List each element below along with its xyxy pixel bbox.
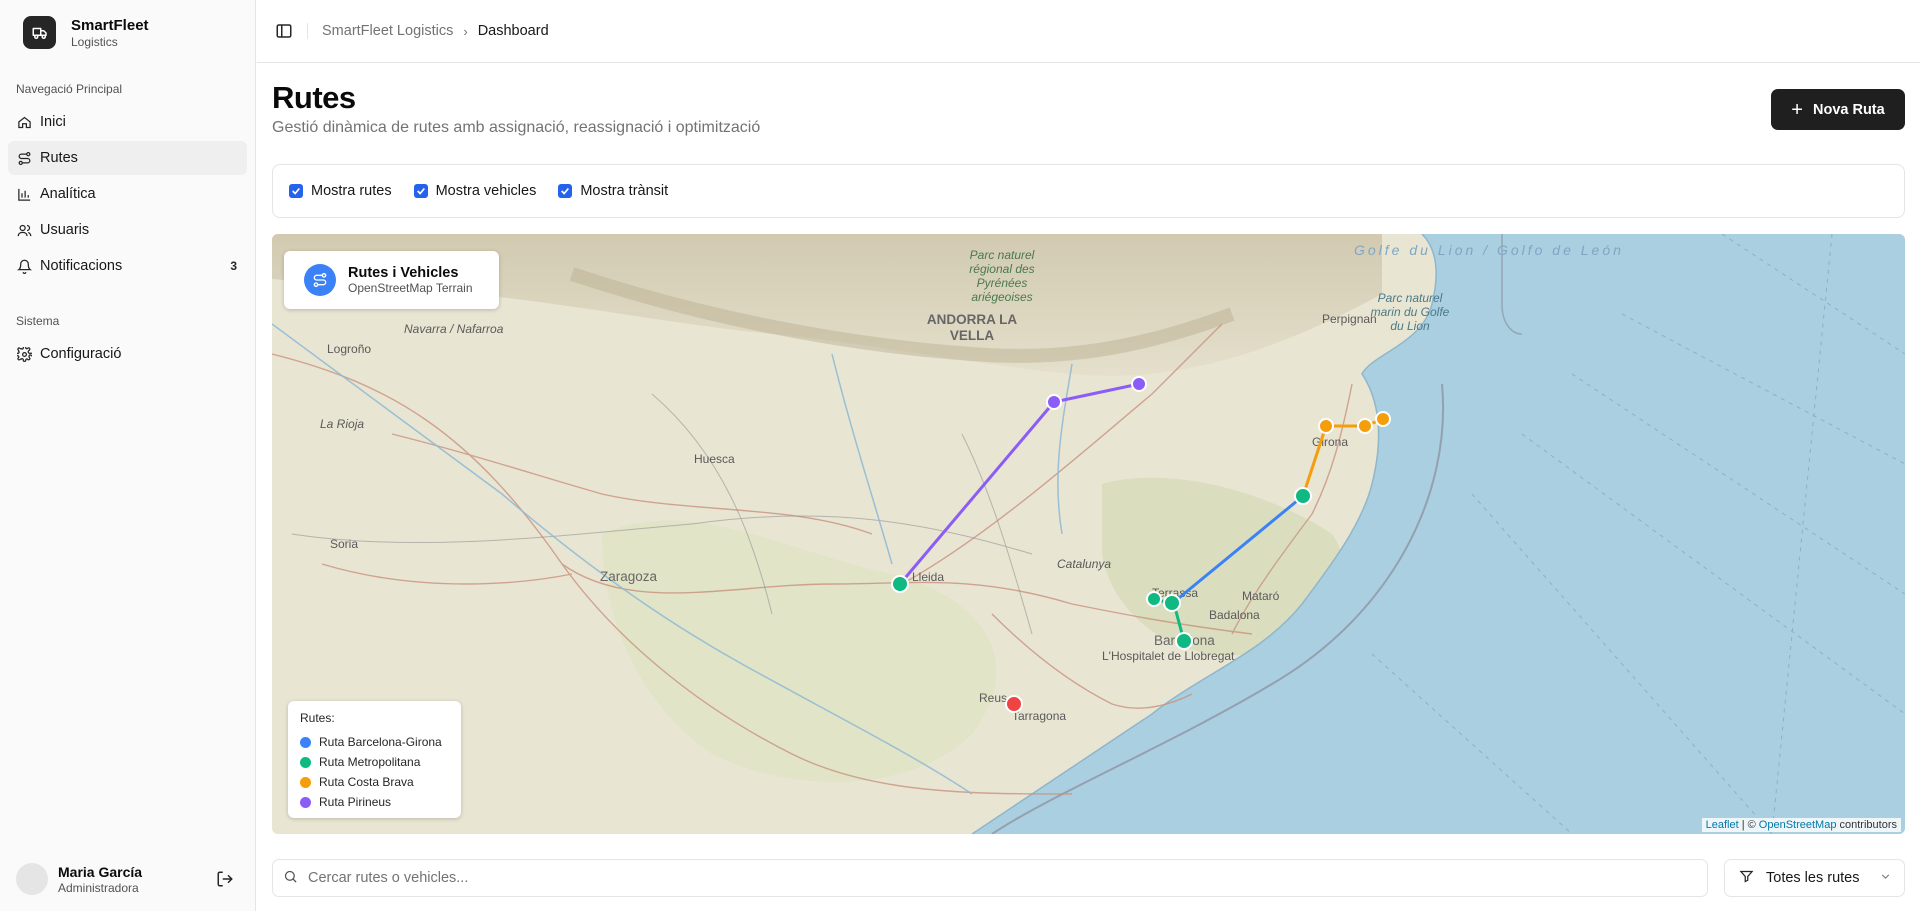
route-icon [304,264,336,296]
vehicle-marker[interactable] [1131,376,1147,392]
vehicle-marker[interactable] [1146,591,1162,607]
bell-icon [16,258,32,274]
new-route-button[interactable]: + Nova Ruta [1771,89,1905,130]
show-vehicles-checkbox[interactable]: Mostra vehicles [413,183,537,199]
sidebar-item-label: Configuració [40,346,122,362]
brand-sub: Logistics [71,34,118,49]
vehicle-marker[interactable] [891,575,909,593]
vehicle-marker[interactable] [1163,594,1181,612]
show-routes-checkbox[interactable]: Mostra rutes [289,183,392,199]
sidebar-item-label: Usuaris [40,222,90,238]
sidebar-item-notificacions[interactable]: Notificacions 3 [8,249,247,283]
sidebar-item-rutes[interactable]: Rutes [8,141,247,175]
system-nav: Configuració [8,337,247,373]
route-line-pirineus[interactable] [898,382,1140,585]
show-vehicles-label: Mostra vehicles [435,183,537,199]
avatar [16,863,48,895]
user-role: Administradora [58,880,139,895]
page-title: Rutes [272,80,356,115]
map-attribution: Leaflet | © OpenStreetMap contributors [1701,818,1901,832]
sidebar-item-label: Inici [40,114,66,130]
search-bar[interactable]: Cercar rutes o vehicles... [272,859,1708,897]
search-icon [283,869,298,888]
main-nav: Inici Rutes Analítica Usuaris Notificaci… [8,105,247,285]
route-filter-label: Totes les rutes [1766,870,1860,886]
vehicle-marker[interactable] [1318,418,1334,434]
map-card-subtitle: OpenStreetMap Terrain [348,281,473,295]
filter-icon [1739,869,1754,888]
plus-icon: + [1791,98,1803,121]
show-traffic-label: Mostra trànsit [580,183,669,199]
sidebar-item-analitica[interactable]: Analítica [8,177,247,211]
sidebar-item-label: Rutes [40,150,78,166]
sidebar-item-usuaris[interactable]: Usuaris [8,213,247,247]
user-profile[interactable]: Maria García Administradora [16,859,240,899]
brand-name: SmartFleet [71,16,149,34]
divider [307,23,308,39]
legend-item: Ruta Costa Brava [300,772,449,792]
vehicle-marker[interactable] [1375,411,1391,427]
legend-item: Ruta Pirineus [300,792,449,812]
brand[interactable]: SmartFleet Logistics [23,16,149,49]
vehicle-marker-alert[interactable] [1005,695,1023,713]
legend-label: Ruta Pirineus [319,795,392,809]
breadcrumb-current: Dashboard [477,23,549,39]
system-group-label: Sistema [16,314,60,328]
show-routes-label: Mostra rutes [311,183,392,199]
new-route-label: Nova Ruta [1812,101,1885,118]
checkbox-checked-icon [558,184,573,198]
leaflet-link[interactable]: Leaflet [1706,819,1739,831]
route-line-barcelona-girona[interactable] [1173,494,1304,604]
map-legend: Rutes: Ruta Barcelona-Girona Ruta Metrop… [288,701,461,818]
logout-icon[interactable] [216,870,234,888]
chevron-down-icon [1879,870,1892,887]
sidebar: SmartFleet Logistics Navegació Principal… [0,0,256,911]
show-traffic-checkbox[interactable]: Mostra trànsit [558,183,668,199]
legend-label: Ruta Barcelona-Girona [319,735,442,749]
routes-overlay [891,376,1391,713]
attrib-sep: | © [1741,819,1756,831]
vehicle-marker[interactable] [1357,418,1373,434]
chart-icon [16,186,32,202]
sidebar-toggle-icon[interactable] [275,22,293,40]
vehicle-marker[interactable] [1046,394,1062,410]
breadcrumb-root[interactable]: SmartFleet Logistics [322,23,453,39]
route-icon [16,150,32,166]
sidebar-item-label: Notificacions [40,258,123,274]
legend-label: Ruta Metropolitana [319,755,421,769]
legend-item: Ruta Metropolitana [300,752,449,772]
osm-link[interactable]: OpenStreetMap [1759,819,1837,831]
gear-icon [16,346,32,362]
map-card-title: Rutes i Vehicles [348,265,459,281]
nav-group-label: Navegació Principal [16,82,123,96]
route-map[interactable]: Zaragoza Huesca Lleida ANDORRA LA VELLA … [272,234,1905,834]
sidebar-item-configuracio[interactable]: Configuració [8,337,247,371]
page-subtitle: Gestió dinàmica de rutes amb assignació,… [272,119,761,136]
checkbox-checked-icon [289,184,303,198]
search-input[interactable]: Cercar rutes o vehicles... [308,870,468,886]
user-name: Maria García [58,863,143,880]
checkbox-checked-icon [413,184,428,198]
attrib-tail: contributors [1839,819,1897,831]
legend-label: Ruta Costa Brava [319,775,414,789]
legend-item: Ruta Barcelona-Girona [300,732,449,752]
sidebar-item-label: Analítica [40,186,96,202]
topbar: SmartFleet Logistics › Dashboard [257,0,1920,63]
truck-icon [23,16,56,49]
legend-title: Rutes: [300,711,335,725]
chevron-right-icon: › [463,23,468,39]
map-filters: Mostra rutes Mostra vehicles Mostra tràn… [272,164,1905,218]
notification-count-badge: 3 [230,259,237,273]
vehicle-marker[interactable] [1175,632,1193,650]
users-icon [16,222,32,238]
map-info-card: Rutes i Vehicles OpenStreetMap Terrain [284,251,499,309]
home-icon [16,114,32,130]
breadcrumb: SmartFleet Logistics › Dashboard [322,23,549,39]
vehicle-marker[interactable] [1294,487,1312,505]
sidebar-item-inici[interactable]: Inici [8,105,247,139]
route-filter-select[interactable]: Totes les rutes [1724,859,1905,897]
